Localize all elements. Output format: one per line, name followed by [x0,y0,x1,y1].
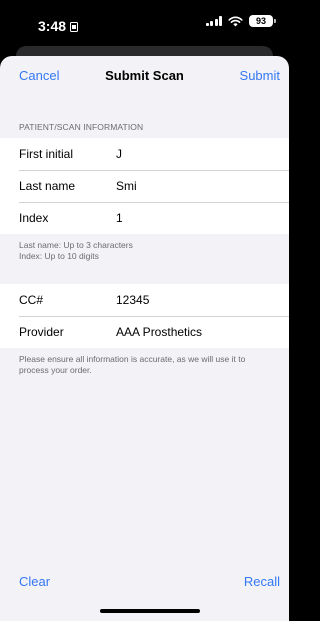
order-info-group: CC# Provider [0,284,289,348]
wifi-icon [228,16,243,26]
provider-field[interactable] [116,325,279,339]
battery-level: 93 [255,16,266,26]
sim-card-icon [70,22,79,32]
cc-field[interactable] [116,293,279,307]
status-bar: 3:48 93 [0,0,289,44]
last-name-row: Last name [0,170,289,202]
bottom-toolbar: Clear Recall [0,574,289,594]
provider-label: Provider [19,325,64,339]
home-indicator[interactable] [100,609,200,613]
status-time: 3:48 [38,18,79,34]
status-icons: 93 [205,15,276,27]
cellular-signal-icon [205,16,222,26]
provider-row: Provider [0,316,289,348]
accuracy-notice: Please ensure all information is accurat… [19,354,246,375]
battery-icon: 93 [249,15,276,27]
status-time-text: 3:48 [38,18,67,34]
submit-scan-sheet: Cancel Submit Scan Submit PATIENT/SCAN I… [0,56,289,621]
field-hints: Last name: Up to 3 characters Index: Up … [0,234,289,262]
last-name-field[interactable] [116,179,279,193]
clear-button[interactable]: Clear [19,574,50,589]
section-header: PATIENT/SCAN INFORMATION [19,122,144,132]
patient-info-group: First initial Last name Index [0,138,289,234]
recall-button[interactable]: Recall [244,574,280,589]
first-initial-row: First initial [0,138,289,170]
cc-label: CC# [19,293,44,307]
first-initial-label: First initial [19,147,74,161]
index-hint: Index: Up to 10 digits [19,251,99,261]
first-initial-field[interactable] [116,147,279,161]
index-label: Index [19,211,49,225]
index-field[interactable] [116,211,279,225]
submit-button[interactable]: Submit [240,68,280,83]
last-name-label: Last name [19,179,76,193]
nav-bar: Cancel Submit Scan Submit [0,56,289,96]
cc-row: CC# [0,284,289,316]
last-name-hint: Last name: Up to 3 characters [19,240,133,250]
index-row: Index [0,202,289,234]
